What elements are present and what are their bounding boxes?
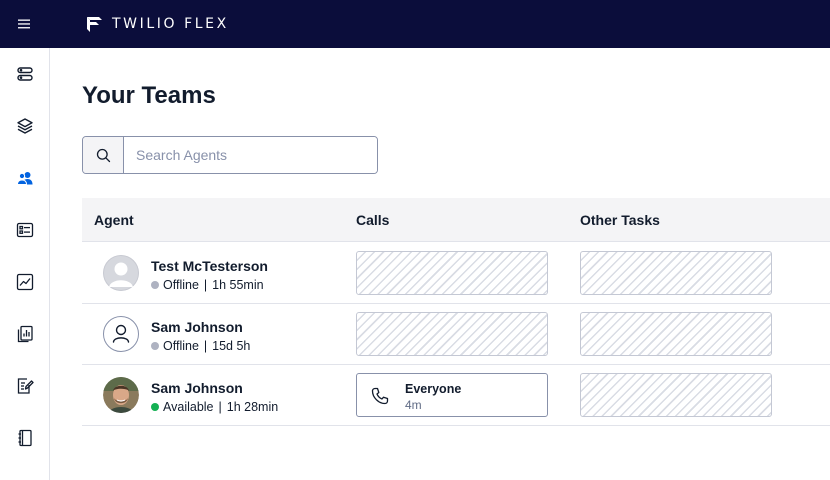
notebook-icon[interactable]	[13, 426, 37, 450]
queues-stats-icon[interactable]	[13, 218, 37, 242]
side-nav	[0, 48, 50, 480]
user-outline-icon	[103, 316, 139, 352]
column-header-calls[interactable]: Calls	[356, 212, 389, 228]
analytics-icon[interactable]	[13, 270, 37, 294]
status-duration: 1h 55min	[212, 278, 264, 292]
other-tasks-empty-slot	[580, 373, 772, 417]
status-label: Offline	[163, 339, 199, 353]
agent-name: Sam Johnson	[151, 319, 243, 335]
page-title: Your Teams	[82, 82, 216, 109]
brand: TWILIO FLEX	[86, 13, 229, 35]
table-row[interactable]: Sam Johnson Available | 1h 28min Everyon…	[82, 365, 830, 426]
agent-name: Test McTesterson	[151, 258, 268, 274]
search-input[interactable]	[124, 137, 377, 173]
other-tasks-empty-slot	[580, 312, 772, 356]
status-dot	[151, 403, 159, 411]
other-tasks-empty-slot	[580, 251, 772, 295]
table-header: Agent Calls Other Tasks	[82, 198, 830, 242]
status-dot	[151, 281, 159, 289]
status-duration: 1h 28min	[226, 400, 279, 414]
calls-empty-slot	[356, 251, 548, 295]
task-duration: 4m	[405, 398, 422, 412]
teams-icon[interactable]	[13, 166, 37, 190]
table-row[interactable]: Sam Johnson Offline | 15d 5h	[82, 304, 830, 365]
search-box	[82, 136, 378, 174]
brand-name: TWILIO FLEX	[112, 16, 229, 32]
search-icon	[83, 137, 124, 173]
quality-edit-icon[interactable]	[13, 374, 37, 398]
reports-icon[interactable]	[13, 322, 37, 346]
flex-logo-icon	[87, 16, 102, 32]
status-label: Available	[163, 400, 214, 414]
status-duration: 15d 5h	[212, 339, 251, 353]
agent-status: Offline | 15d 5h	[151, 339, 250, 353]
photo-avatar	[103, 377, 139, 413]
column-header-agent[interactable]: Agent	[94, 212, 134, 228]
phone-icon	[371, 387, 389, 405]
top-bar: TWILIO FLEX	[0, 0, 830, 48]
agent-desktop-icon[interactable]	[13, 62, 37, 86]
calls-empty-slot	[356, 312, 548, 356]
status-dot	[151, 342, 159, 350]
layers-icon[interactable]	[13, 114, 37, 138]
column-header-other-tasks[interactable]: Other Tasks	[580, 212, 660, 228]
agent-status: Offline | 1h 55min	[151, 278, 264, 292]
default-avatar-icon	[103, 255, 139, 291]
agent-status: Available | 1h 28min	[151, 400, 278, 414]
table-row[interactable]: Test McTesterson Offline | 1h 55min	[82, 243, 830, 304]
call-task-card[interactable]: Everyone 4m	[356, 373, 548, 417]
hamburger-menu-icon[interactable]	[14, 14, 34, 34]
agent-name: Sam Johnson	[151, 380, 243, 396]
task-queue-name: Everyone	[405, 382, 462, 396]
status-label: Offline	[163, 278, 199, 292]
